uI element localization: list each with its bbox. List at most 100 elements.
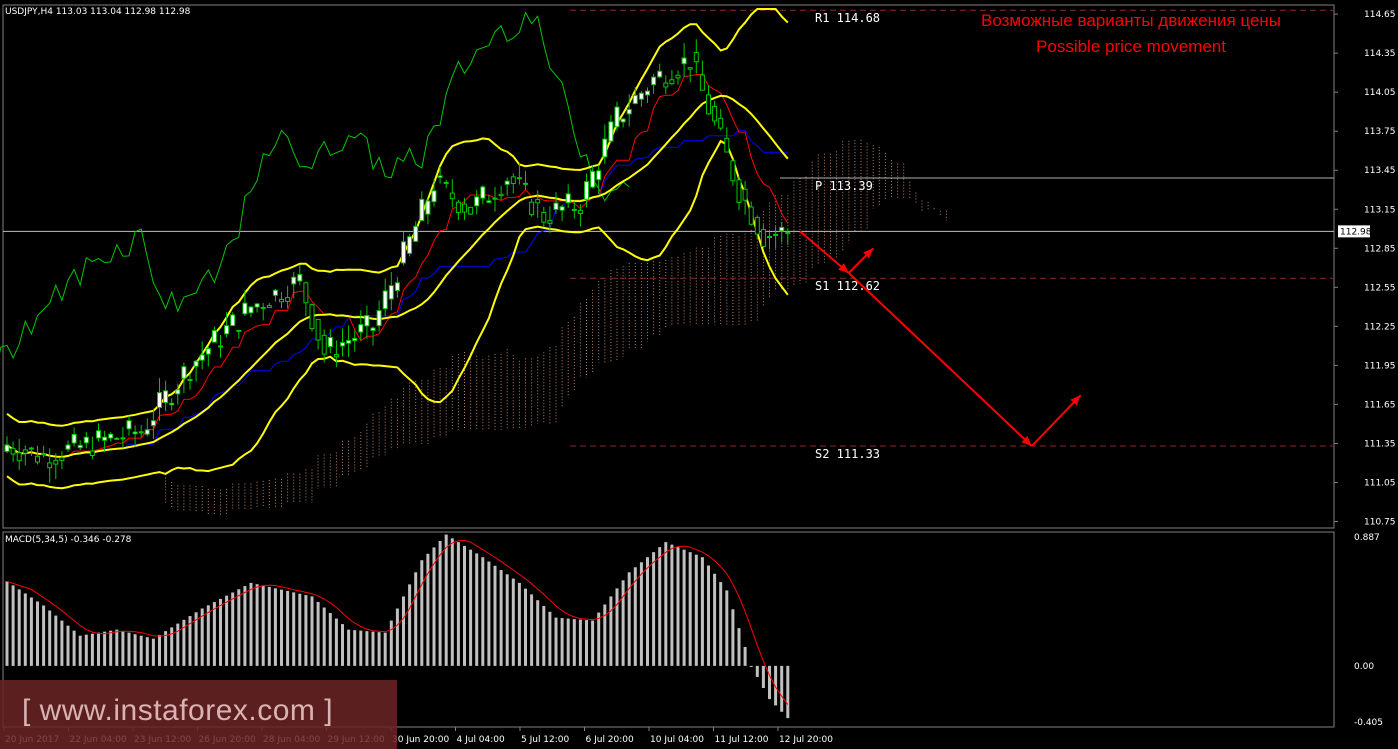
macd-histogram-bar[interactable]: [524, 588, 527, 666]
macd-histogram-bar[interactable]: [511, 578, 515, 666]
macd-histogram-bar[interactable]: [267, 586, 271, 666]
candle-body[interactable]: [71, 433, 77, 444]
macd-histogram-bar[interactable]: [310, 596, 314, 666]
candle-body[interactable]: [321, 334, 327, 355]
candle-body[interactable]: [529, 201, 535, 216]
macd-histogram-bar[interactable]: [688, 552, 692, 666]
macd-histogram-bar[interactable]: [639, 562, 643, 666]
candle-body[interactable]: [760, 228, 766, 247]
candle-body[interactable]: [16, 452, 22, 462]
macd-histogram-bar[interactable]: [572, 619, 576, 666]
candle-body[interactable]: [492, 197, 498, 200]
candle-body[interactable]: [96, 430, 101, 439]
macd-histogram-bar[interactable]: [517, 582, 521, 666]
macd-histogram-bar[interactable]: [54, 615, 58, 666]
candle-body[interactable]: [462, 203, 467, 213]
macd-histogram-bar[interactable]: [237, 589, 241, 666]
macd-histogram-bar[interactable]: [481, 557, 485, 666]
macd-histogram-bar[interactable]: [115, 629, 119, 666]
macd-histogram-bar[interactable]: [60, 620, 64, 666]
candle-body[interactable]: [449, 192, 455, 200]
macd-histogram-bar[interactable]: [658, 547, 662, 666]
candle-body[interactable]: [651, 76, 657, 86]
candle-body[interactable]: [193, 360, 199, 367]
candle-body[interactable]: [376, 310, 382, 327]
candle-body[interactable]: [602, 138, 608, 158]
candle-body[interactable]: [559, 206, 565, 211]
macd-histogram-bar[interactable]: [11, 585, 15, 666]
candle-body[interactable]: [486, 200, 492, 203]
candle-body[interactable]: [407, 236, 413, 254]
macd-histogram-bar[interactable]: [103, 631, 107, 666]
macd-histogram-bar[interactable]: [548, 611, 552, 666]
macd-histogram-bar[interactable]: [29, 597, 33, 666]
candle-body[interactable]: [108, 433, 114, 439]
candle-body[interactable]: [657, 70, 663, 78]
macd-histogram-bar[interactable]: [328, 613, 332, 666]
macd-histogram-bar[interactable]: [719, 582, 723, 666]
macd-histogram-bar[interactable]: [292, 592, 296, 666]
candle-body[interactable]: [169, 402, 175, 406]
candle-body[interactable]: [291, 276, 297, 285]
candle-body[interactable]: [248, 306, 254, 314]
candle-body[interactable]: [254, 303, 260, 308]
macd-histogram-bar[interactable]: [786, 665, 790, 719]
candle-body[interactable]: [315, 318, 321, 341]
macd-histogram-bar[interactable]: [151, 638, 155, 666]
candle-body[interactable]: [663, 82, 669, 88]
candle-body[interactable]: [35, 455, 40, 463]
candle-body[interactable]: [541, 211, 547, 223]
macd-histogram-bar[interactable]: [78, 635, 82, 666]
macd-histogram-bar[interactable]: [542, 606, 546, 666]
macd-histogram-bar[interactable]: [450, 538, 454, 666]
candle-body[interactable]: [626, 109, 632, 115]
macd-histogram-bar[interactable]: [133, 634, 137, 666]
candle-body[interactable]: [388, 285, 394, 300]
macd-histogram-bar[interactable]: [36, 601, 39, 666]
macd-histogram-bar[interactable]: [402, 596, 405, 666]
candle-body[interactable]: [364, 315, 370, 327]
macd-histogram-bar[interactable]: [334, 618, 338, 666]
macd-histogram-bar[interactable]: [206, 605, 210, 666]
candle-body[interactable]: [205, 348, 211, 355]
macd-histogram-bar[interactable]: [255, 584, 259, 666]
macd-histogram-bar[interactable]: [164, 631, 168, 666]
candle-body[interactable]: [455, 201, 461, 213]
macd-histogram-bar[interactable]: [566, 618, 570, 666]
macd-histogram-bar[interactable]: [139, 635, 143, 666]
macd-histogram-bar[interactable]: [707, 565, 710, 666]
candle-body[interactable]: [22, 449, 28, 454]
macd-histogram-bar[interactable]: [298, 593, 302, 666]
macd-histogram-bar[interactable]: [158, 634, 161, 666]
macd-histogram-bar[interactable]: [731, 609, 735, 666]
macd-histogram-bar[interactable]: [603, 604, 607, 666]
macd-histogram-bar[interactable]: [365, 631, 369, 666]
candle-body[interactable]: [224, 325, 230, 335]
macd-histogram-bar[interactable]: [664, 542, 668, 666]
candle-body[interactable]: [401, 241, 406, 264]
macd-histogram-bar[interactable]: [743, 647, 747, 666]
macd-histogram-bar[interactable]: [176, 623, 180, 666]
macd-histogram-bar[interactable]: [780, 665, 784, 712]
macd-histogram-bar[interactable]: [304, 595, 308, 666]
macd-histogram-bar[interactable]: [359, 630, 363, 666]
macd-histogram-bar[interactable]: [286, 591, 290, 666]
macd-histogram-bar[interactable]: [353, 630, 357, 666]
candle-body[interactable]: [431, 190, 437, 203]
candle-body[interactable]: [77, 444, 83, 449]
candle-body[interactable]: [89, 450, 95, 456]
macd-histogram-bar[interactable]: [713, 573, 717, 666]
candle-body[interactable]: [413, 225, 419, 242]
macd-histogram-bar[interactable]: [66, 625, 70, 666]
candle-body[interactable]: [4, 444, 10, 452]
macd-histogram-bar[interactable]: [231, 592, 235, 666]
macd-histogram-bar[interactable]: [5, 581, 9, 666]
candle-body[interactable]: [773, 233, 779, 236]
candle-body[interactable]: [767, 236, 772, 239]
macd-histogram-bar[interactable]: [456, 542, 460, 666]
macd-histogram-bar[interactable]: [347, 629, 351, 666]
macd-histogram-bar[interactable]: [395, 608, 399, 666]
macd-histogram-bar[interactable]: [383, 632, 387, 666]
macd-histogram-bar[interactable]: [341, 624, 344, 666]
macd-histogram-bar[interactable]: [597, 612, 601, 666]
